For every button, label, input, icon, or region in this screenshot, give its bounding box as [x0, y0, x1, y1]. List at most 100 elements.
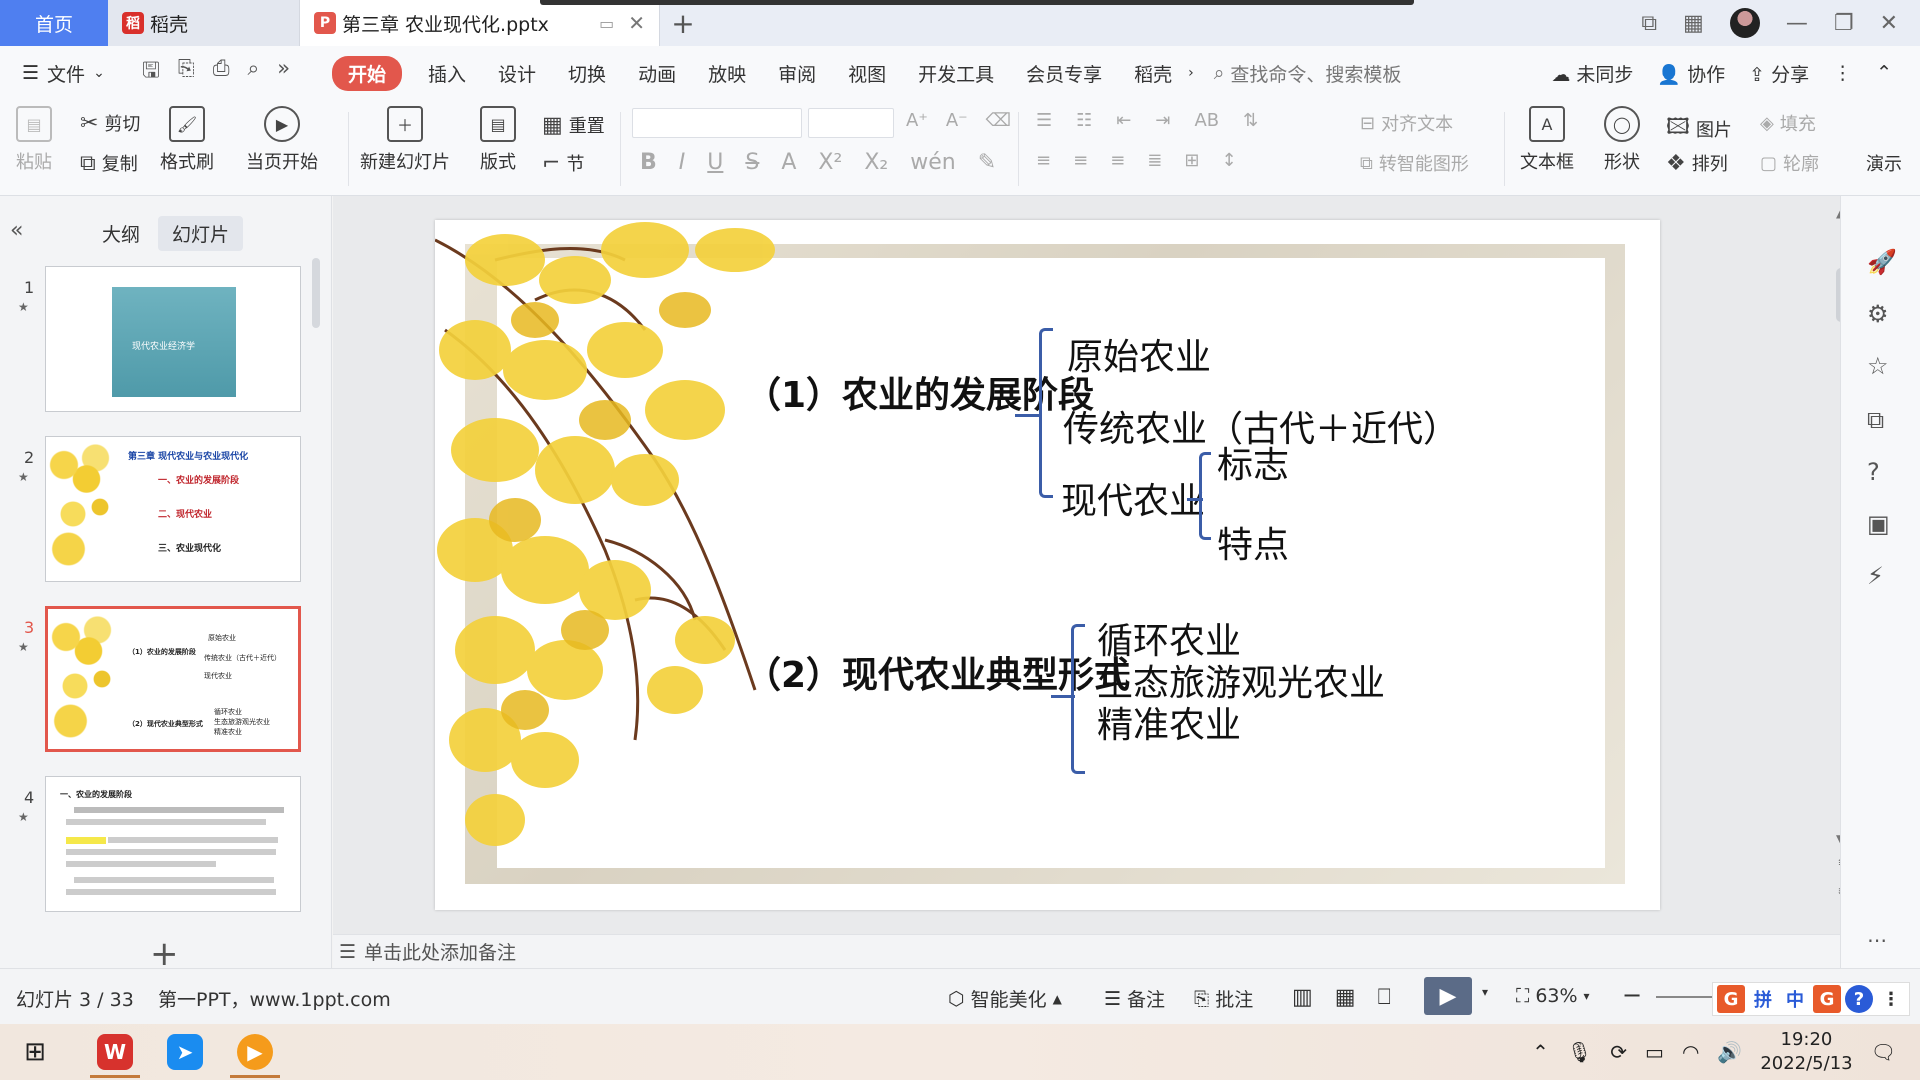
- numbered-list-icon[interactable]: ☷: [1076, 110, 1092, 131]
- zoom-out-icon[interactable]: −: [1622, 981, 1642, 1009]
- smart-shape-button[interactable]: ⧉ 转智能图形: [1360, 150, 1469, 176]
- ime-pinyin-icon[interactable]: 拼: [1749, 985, 1777, 1013]
- ime-logo-icon[interactable]: G: [1717, 985, 1745, 1013]
- format-painter-button[interactable]: 🖌 格式刷: [160, 106, 214, 174]
- tab-home[interactable]: 首页: [0, 0, 108, 46]
- menu-review[interactable]: 审阅: [762, 60, 832, 87]
- star-icon[interactable]: ☆: [1867, 352, 1889, 380]
- italic-icon[interactable]: I: [679, 150, 686, 175]
- menu-animation[interactable]: 动画: [622, 60, 692, 87]
- reset-button[interactable]: ▦ 重置: [542, 112, 605, 138]
- battery-icon[interactable]: ▭: [1645, 1040, 1664, 1064]
- feishu-taskbar-app[interactable]: ➤: [150, 1024, 220, 1080]
- ime-g-icon[interactable]: G: [1813, 985, 1841, 1013]
- modern-sign[interactable]: 标志: [1217, 436, 1289, 488]
- tab-outline[interactable]: 大纲: [88, 216, 154, 251]
- print-icon[interactable]: ⎙: [213, 56, 230, 91]
- sort-icon[interactable]: ⇅: [1243, 110, 1258, 131]
- textbox-button[interactable]: A 文本框: [1520, 106, 1574, 174]
- slide-thumbnail-1[interactable]: 现代农业经济学: [45, 266, 301, 412]
- start-current-button[interactable]: ▶ 当页开始: [246, 106, 318, 174]
- command-search[interactable]: ⌕ 查找命令、搜索模板: [1214, 60, 1402, 87]
- rocket-icon[interactable]: 🚀: [1867, 248, 1897, 276]
- window-mode-icon[interactable]: ▭: [599, 14, 614, 33]
- notes-bar[interactable]: ☰ 单击此处添加备注: [333, 934, 1840, 968]
- new-slide-button[interactable]: ＋ 新建幻灯片: [360, 106, 450, 174]
- presentation-button[interactable]: 演示: [1866, 150, 1902, 176]
- superscript-icon[interactable]: X²: [818, 150, 842, 175]
- settings-sliders-icon[interactable]: ⚙: [1867, 300, 1889, 328]
- reading-view-icon[interactable]: ⎕: [1378, 985, 1391, 1010]
- menu-daoke[interactable]: 稻壳: [1118, 60, 1188, 87]
- section-button[interactable]: ⌐ 节: [542, 150, 584, 176]
- tab-slides[interactable]: 幻灯片: [158, 216, 244, 251]
- tab-daoke[interactable]: 稻 稻壳: [108, 0, 300, 46]
- decrease-font-icon[interactable]: A⁻: [946, 110, 968, 131]
- gallery-icon[interactable]: ▣: [1867, 510, 1890, 538]
- menu-member[interactable]: 会员专享: [1010, 60, 1118, 87]
- microphone-icon[interactable]: 🎙: [1567, 1040, 1592, 1064]
- avatar[interactable]: [1729, 8, 1760, 38]
- copy-button[interactable]: ⧉ 复制: [80, 150, 138, 176]
- align-left-icon[interactable]: ≡: [1036, 150, 1051, 171]
- line-spacing-icon[interactable]: ↕: [1221, 150, 1236, 171]
- slide-thumbnail-3[interactable]: （1）农业的发展阶段 原始农业 传统农业（古代＋近代） 现代农业 （2）现代农业…: [45, 606, 301, 752]
- clear-format-icon[interactable]: ⌫: [986, 110, 1011, 131]
- menu-scroll-right-icon[interactable]: ›: [1188, 65, 1194, 81]
- restore-icon[interactable]: ❐: [1834, 11, 1854, 36]
- menu-transition[interactable]: 切换: [552, 60, 622, 87]
- save-icon[interactable]: 🖫: [142, 56, 160, 91]
- collapse-ribbon-icon[interactable]: ⌃: [1876, 62, 1892, 84]
- picture-button[interactable]: 🖾 图片: [1666, 110, 1732, 148]
- justify-icon[interactable]: ≣: [1147, 150, 1162, 171]
- paste-button[interactable]: ▤ 粘贴: [16, 106, 52, 174]
- form-precision[interactable]: 精准农业: [1097, 696, 1241, 748]
- grid-apps-icon[interactable]: ▦: [1683, 11, 1704, 36]
- fill-button[interactable]: ◈ 填充: [1760, 110, 1816, 136]
- help-icon[interactable]: ?: [1867, 458, 1880, 486]
- system-clock[interactable]: 19:20 2022/5/13: [1760, 1028, 1852, 1076]
- slide-thumbnail-2[interactable]: 第三章 现代农业与农业现代化 一、农业的发展阶段 二、现代农业 三、农业现代化: [45, 436, 301, 582]
- highlight-icon[interactable]: ✎: [978, 150, 996, 175]
- comments-button[interactable]: ⎘ 批注: [1194, 985, 1253, 1012]
- bullet-list-icon[interactable]: ☰: [1036, 110, 1052, 131]
- volume-icon[interactable]: 🔊: [1717, 1040, 1742, 1064]
- wps-taskbar-app[interactable]: W: [80, 1024, 150, 1080]
- modern-feature[interactable]: 特点: [1217, 516, 1289, 568]
- phonetic-icon[interactable]: wén: [910, 150, 955, 175]
- text-direction-icon[interactable]: AB: [1194, 110, 1219, 131]
- menu-design[interactable]: 设计: [482, 60, 552, 87]
- more-options-icon[interactable]: ⋮: [1833, 62, 1852, 84]
- menu-developer[interactable]: 开发工具: [902, 60, 1010, 87]
- windows-start-icon[interactable]: ⊞: [0, 1037, 70, 1067]
- outline-button[interactable]: ▢ 轮廓: [1760, 150, 1819, 176]
- beautify-button[interactable]: ⬡ 智能美化 ▲: [948, 985, 1062, 1012]
- new-tab-button[interactable]: +: [660, 0, 706, 46]
- menu-slideshow[interactable]: 放映: [692, 60, 762, 87]
- outdent-icon[interactable]: ⇤: [1116, 110, 1131, 131]
- ime-chinese-icon[interactable]: 中: [1781, 985, 1809, 1013]
- align-right-icon[interactable]: ≡: [1110, 150, 1125, 171]
- menu-insert[interactable]: 插入: [412, 60, 482, 87]
- export-icon[interactable]: ⎘: [178, 56, 195, 91]
- minimize-icon[interactable]: —: [1786, 11, 1808, 36]
- update-icon[interactable]: ⟳: [1610, 1040, 1627, 1064]
- layout-button[interactable]: ▤ 版式: [480, 106, 516, 174]
- increase-font-icon[interactable]: A⁺: [906, 110, 928, 131]
- ime-more-icon[interactable]: ⋮: [1877, 985, 1905, 1013]
- zoom-slider[interactable]: [1656, 996, 1716, 998]
- bold-icon[interactable]: B: [640, 150, 657, 175]
- menu-view[interactable]: 视图: [832, 60, 902, 87]
- align-center-icon[interactable]: ≡: [1073, 150, 1088, 171]
- align-text-button[interactable]: ⊟ 对齐文本: [1360, 110, 1453, 136]
- chevron-up-icon[interactable]: ⌃: [1532, 1040, 1549, 1064]
- slides-icon[interactable]: ⧉: [1867, 406, 1884, 434]
- close-tab-icon[interactable]: ✕: [628, 11, 645, 35]
- more-icon[interactable]: ⋯: [1867, 928, 1887, 952]
- sync-button[interactable]: ☁ 未同步: [1551, 60, 1633, 87]
- stage-modern[interactable]: 现代农业: [1061, 472, 1205, 524]
- sorter-view-icon[interactable]: ▦: [1335, 985, 1356, 1010]
- collab-button[interactable]: 👤 协作: [1657, 60, 1725, 87]
- play-slideshow-button[interactable]: ▶: [1424, 977, 1472, 1015]
- subscript-icon[interactable]: X₂: [864, 150, 888, 175]
